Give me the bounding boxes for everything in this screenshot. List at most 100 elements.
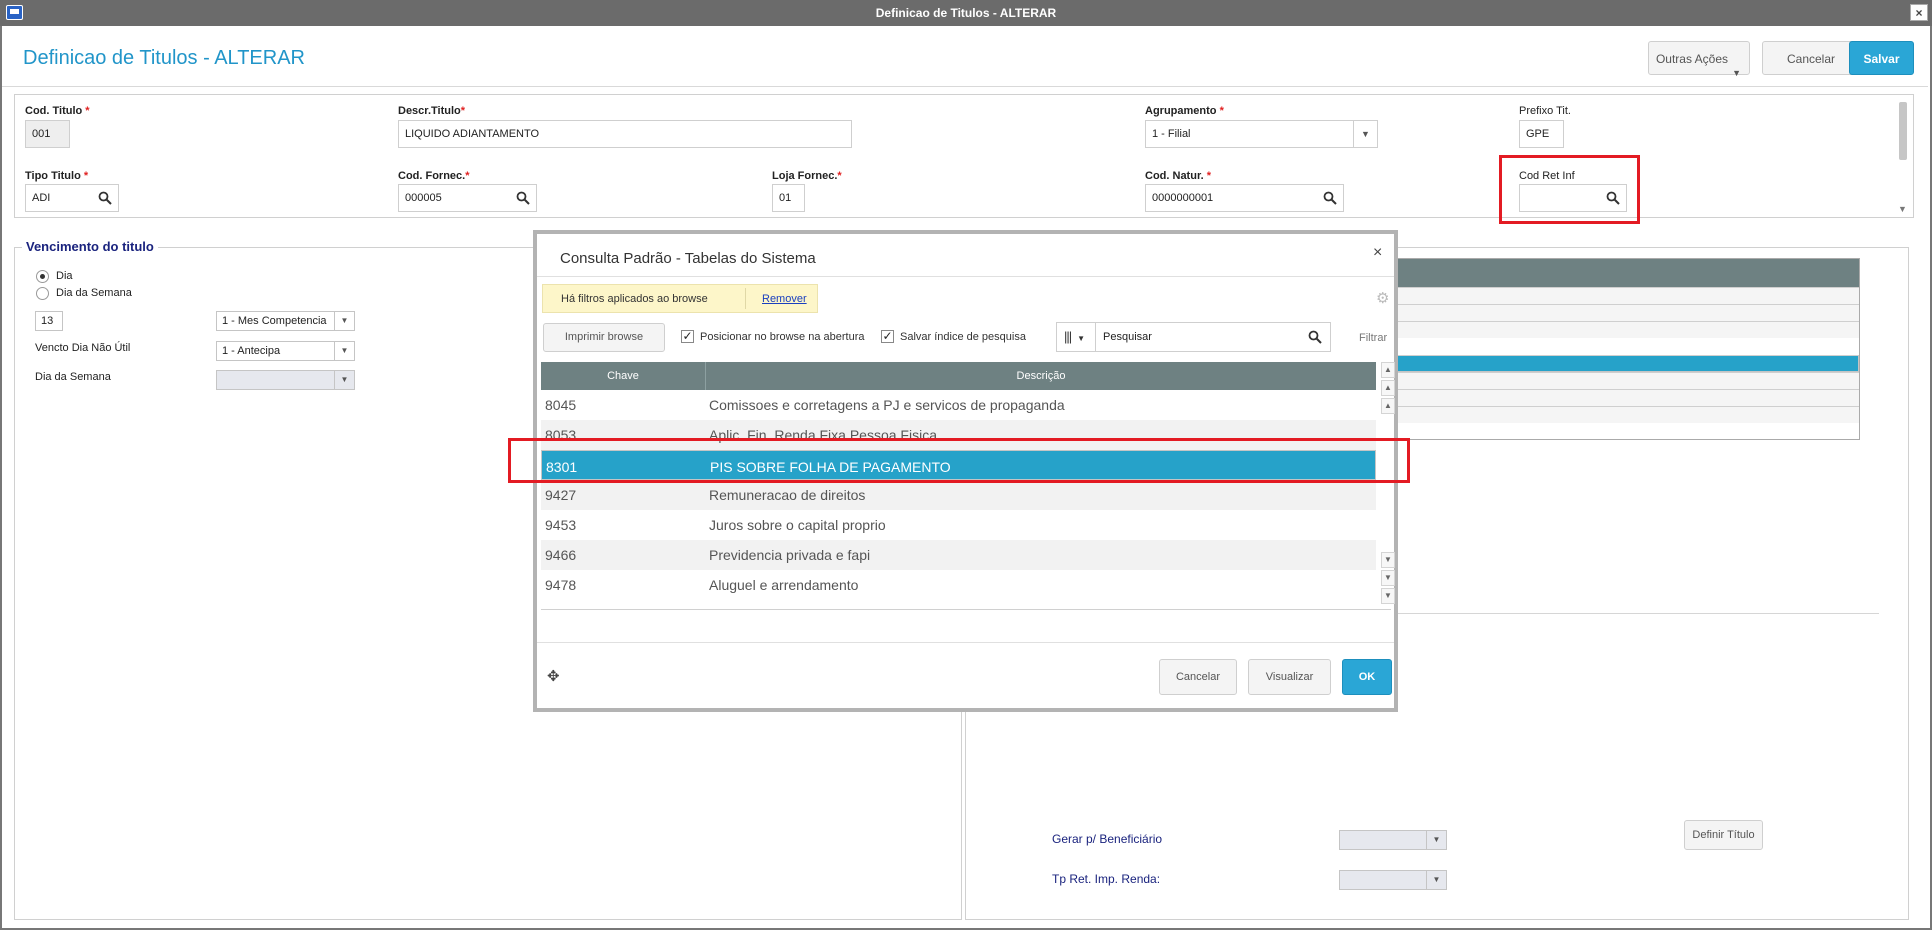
dia-field[interactable]: 13 xyxy=(35,311,63,331)
background-grid-row[interactable] xyxy=(1391,304,1859,321)
search-icon[interactable] xyxy=(1323,191,1337,205)
row-chave: 9453 xyxy=(545,517,577,533)
column-header-chave[interactable]: Chave xyxy=(541,362,706,390)
radio-dia-semana[interactable] xyxy=(36,287,49,300)
window-title: Definicao de Titulos - ALTERAR xyxy=(875,6,1057,20)
chevron-down-icon[interactable]: ▼ xyxy=(334,312,354,330)
radio-dia-label: Dia xyxy=(56,270,73,282)
background-grid-row[interactable] xyxy=(1391,372,1859,389)
salvar-button[interactable]: Salvar xyxy=(1849,41,1914,75)
row-chave: 9466 xyxy=(545,547,577,563)
chevron-down-icon[interactable]: ▼ xyxy=(1353,121,1377,147)
table-row[interactable]: 9478 Aluguel e arrendamento xyxy=(541,570,1376,600)
window-close-button[interactable]: × xyxy=(1910,4,1928,21)
dia-semana-select[interactable]: ▼ xyxy=(216,370,355,390)
scroll-page-up-icon[interactable]: ▲ xyxy=(1381,380,1395,396)
gear-icon[interactable]: ⚙ xyxy=(1376,289,1389,307)
row-chave: 9427 xyxy=(545,487,577,503)
prefixo-tit-field[interactable]: GPE xyxy=(1519,120,1564,148)
gerar-beneficiario-select[interactable]: ▼ xyxy=(1339,830,1447,850)
grid-header: Chave Descrição xyxy=(541,362,1376,390)
vencimento-legend: Vencimento do titulo xyxy=(22,239,158,254)
agrupamento-label: Agrupamento * xyxy=(1145,105,1224,117)
background-grid-row[interactable] xyxy=(1391,287,1859,304)
prefixo-tit-label: Prefixo Tit. xyxy=(1519,105,1571,117)
move-icon[interactable]: ✥ xyxy=(547,667,560,685)
dialog-footer-divider xyxy=(537,642,1394,643)
highlight-box-selected-row xyxy=(508,438,1410,483)
cod-titulo-field[interactable]: 001 xyxy=(25,120,70,148)
tp-ret-select[interactable]: ▼ xyxy=(1339,870,1447,890)
competencia-value: 1 - Mes Competencia xyxy=(222,315,327,327)
dialog-ok-button[interactable]: OK xyxy=(1342,659,1392,695)
gerar-beneficiario-label: Gerar p/ Beneficiário xyxy=(1052,832,1163,846)
scroll-top-icon[interactable]: ▲ xyxy=(1381,362,1395,378)
radio-dia-semana-label: Dia da Semana xyxy=(56,287,132,299)
remover-link[interactable]: Remover xyxy=(762,293,807,305)
dialog-visualizar-button[interactable]: Visualizar xyxy=(1248,659,1331,695)
column-header-descricao[interactable]: Descrição xyxy=(706,362,1376,390)
imprimir-browse-button[interactable]: Imprimir browse xyxy=(543,323,665,352)
descr-titulo-label: Descr.Titulo* xyxy=(398,105,466,117)
row-descricao: Juros sobre o capital proprio xyxy=(709,517,886,533)
competencia-select[interactable]: 1 - Mes Competencia ▼ xyxy=(216,311,355,331)
background-grid xyxy=(1390,258,1860,440)
chevron-down-icon[interactable]: ▼ xyxy=(334,371,354,389)
tp-ret-label: Tp Ret. Imp. Renda: xyxy=(1052,872,1161,886)
columns-icon[interactable]: ||| ▼ xyxy=(1057,323,1096,351)
chevron-down-icon[interactable]: ▼ xyxy=(1426,831,1446,849)
salvar-indice-checkbox[interactable]: ✓ xyxy=(881,330,894,343)
cod-natur-field[interactable]: 0000000001 xyxy=(1145,184,1344,212)
grid-scrollbar[interactable]: ▲ ▲ ▲ ▼ ▼ ▼ xyxy=(1381,362,1395,604)
cancelar-button[interactable]: Cancelar xyxy=(1762,41,1860,75)
filter-notice-text: Há filtros aplicados ao browse xyxy=(561,293,708,305)
table-row[interactable]: 9466 Previdencia privada e fapi xyxy=(541,540,1376,570)
loja-fornec-field[interactable]: 01 xyxy=(772,184,805,212)
scroll-page-down-icon[interactable]: ▼ xyxy=(1381,570,1395,586)
tipo-titulo-field[interactable]: ADI xyxy=(25,184,119,212)
descr-titulo-field[interactable]: LIQUIDO ADIANTAMENTO xyxy=(398,120,852,148)
tipo-titulo-label: Tipo Titulo * xyxy=(25,170,89,182)
scroll-bottom-icon[interactable]: ▼ xyxy=(1381,588,1395,604)
background-grid-row[interactable] xyxy=(1391,389,1859,406)
search-input[interactable]: ||| ▼ Pesquisar xyxy=(1056,322,1331,352)
posicionar-label: Posicionar no browse na abertura xyxy=(700,331,865,343)
cod-fornec-value: 000005 xyxy=(405,192,442,204)
search-icon[interactable] xyxy=(1308,330,1322,344)
background-grid-header xyxy=(1391,259,1859,287)
table-row[interactable]: 9453 Juros sobre o capital proprio xyxy=(541,510,1376,540)
search-icon[interactable] xyxy=(516,191,530,205)
background-grid-row[interactable] xyxy=(1391,321,1859,338)
agrupamento-select[interactable]: 1 - Filial ▼ xyxy=(1145,120,1378,148)
cod-natur-value: 0000000001 xyxy=(1152,192,1214,204)
close-icon[interactable]: × xyxy=(1373,244,1382,262)
background-grid-row-selected[interactable] xyxy=(1391,355,1859,372)
page-title: Definicao de Titulos - ALTERAR xyxy=(23,47,305,69)
cod-fornec-field[interactable]: 000005 xyxy=(398,184,537,212)
chevron-down-icon[interactable]: ▼ xyxy=(1426,871,1446,889)
definir-titulo-button[interactable]: Definir Título xyxy=(1684,820,1763,850)
header-divider xyxy=(2,86,1928,87)
scroll-arrow-icon[interactable]: ▼ xyxy=(1898,204,1907,214)
chevron-down-icon: ▼ xyxy=(1077,334,1086,343)
radio-dia[interactable] xyxy=(36,270,49,283)
dia-semana-label: Dia da Semana xyxy=(35,371,111,383)
background-grid-row[interactable] xyxy=(1391,406,1859,423)
scrollbar-thumb[interactable] xyxy=(1899,102,1907,160)
search-icon[interactable] xyxy=(98,191,112,205)
table-row[interactable]: 9427 Remuneracao de direitos xyxy=(541,480,1376,510)
cod-natur-label: Cod. Natur. * xyxy=(1145,170,1212,182)
filtrar-link[interactable]: Filtrar xyxy=(1359,332,1387,344)
outras-acoes-button[interactable]: Outras Ações ▼ xyxy=(1648,41,1750,78)
vencto-label: Vencto Dia Não Útil xyxy=(35,342,131,354)
scroll-up-icon[interactable]: ▲ xyxy=(1381,398,1395,414)
table-row[interactable]: 8045 Comissoes e corretagens a PJ e serv… xyxy=(541,390,1376,420)
chevron-down-icon[interactable]: ▼ xyxy=(334,342,354,360)
search-placeholder: Pesquisar xyxy=(1103,331,1152,343)
scroll-down-icon[interactable]: ▼ xyxy=(1381,552,1395,568)
posicionar-checkbox[interactable]: ✓ xyxy=(681,330,694,343)
dialog-title: Consulta Padrão - Tabelas do Sistema xyxy=(560,250,816,267)
form-scrollbar[interactable]: ▼ xyxy=(1898,100,1908,214)
vencto-select[interactable]: 1 - Antecipa ▼ xyxy=(216,341,355,361)
dialog-cancelar-button[interactable]: Cancelar xyxy=(1159,659,1237,695)
